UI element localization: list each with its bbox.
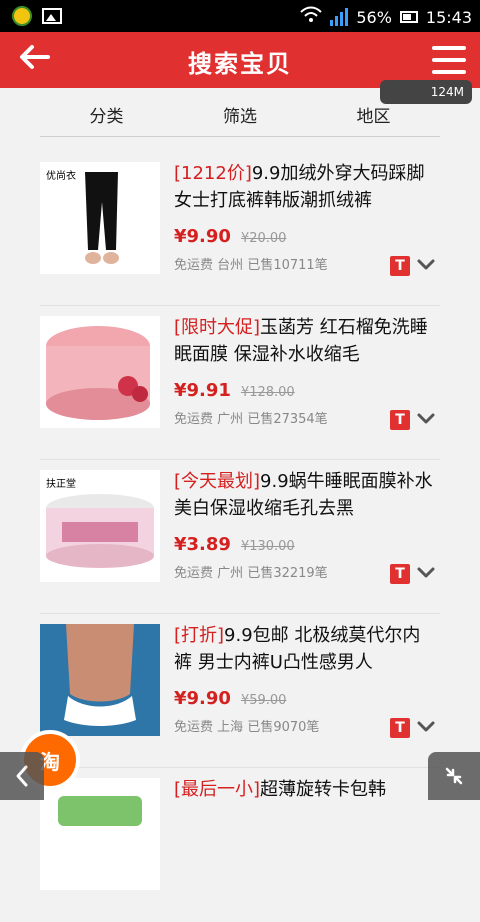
clock-time: 15:43 [425, 7, 472, 27]
sold-count: 已售32219笔 [247, 566, 328, 581]
original-price: ¥130.00 [240, 539, 295, 554]
face-mask-jar-illustration [40, 316, 160, 428]
shipping-text: 免运费 [174, 412, 214, 427]
tmall-badge-icon: T [390, 718, 410, 738]
promo-prefix: [打折] [174, 625, 225, 646]
promo-prefix: [限时大促] [174, 317, 261, 338]
tmall-badge-icon: T [390, 564, 410, 584]
original-price: ¥59.00 [240, 693, 287, 708]
battery-icon [399, 11, 418, 23]
underwear-model-illustration [40, 624, 160, 736]
chevron-down-icon[interactable] [414, 714, 438, 738]
tab-region[interactable]: 地区 [307, 102, 440, 127]
promo-prefix: [最后一小] [174, 779, 261, 800]
product-image[interactable] [40, 316, 160, 428]
product-title[interactable]: [1212价]9.9加绒外穿大码踩脚女士打底裤韩版潮抓绒裤 [174, 160, 436, 214]
product-title-text: 超薄旋转卡包韩 [260, 779, 387, 800]
chevron-down-icon[interactable] [414, 406, 438, 430]
price-row: ¥9.90 ¥20.00 [174, 226, 286, 247]
shipping-text: 免运费 [174, 258, 214, 273]
page-title: 搜索宝贝 [188, 50, 292, 78]
price: ¥9.90 [174, 688, 231, 709]
product-title[interactable]: [打折]9.9包邮 北极绒莫代尔内裤 男士内裤U凸性感男人 [174, 622, 436, 676]
wifi-icon [300, 6, 323, 28]
tmall-badge-icon: T [390, 256, 410, 276]
list-item[interactable]: [打折]9.9包邮 北极绒莫代尔内裤 男士内裤U凸性感男人 ¥9.90 ¥59.… [40, 614, 440, 768]
original-price: ¥20.00 [240, 231, 287, 246]
status-bar: 56% 15:43 [0, 0, 480, 32]
price: ¥9.91 [174, 380, 231, 401]
app-notification-icon [12, 6, 32, 26]
price: ¥9.90 [174, 226, 231, 247]
image-notification-icon [42, 8, 62, 24]
product-image[interactable] [40, 624, 160, 736]
product-image[interactable] [40, 778, 160, 890]
list-item[interactable]: [限时大促]玉菡芳 红石榴免洗睡眠面膜 保湿补水收缩毛 ¥9.91 ¥128.0… [40, 306, 440, 460]
price-row: ¥9.90 ¥59.00 [174, 688, 286, 709]
status-left-icons [12, 6, 62, 26]
sold-count: 已售10711笔 [247, 258, 328, 273]
price: ¥3.89 [174, 534, 231, 555]
product-title[interactable]: [限时大促]玉菡芳 红石榴免洗睡眠面膜 保湿补水收缩毛 [174, 314, 436, 368]
tab-category[interactable]: 分类 [40, 102, 173, 127]
card-holder-illustration [40, 778, 160, 890]
sold-count: 已售27354笔 [247, 412, 328, 427]
minimize-icon[interactable] [428, 752, 480, 800]
signal-bars-icon [330, 8, 349, 26]
brand-tag: 扶正堂 [44, 474, 78, 491]
menu-icon[interactable] [432, 46, 466, 74]
collapse-left-icon[interactable] [0, 752, 44, 800]
shipping-text: 免运费 [174, 720, 214, 735]
battery-percent: 56% [356, 7, 392, 27]
tab-filter[interactable]: 筛选 [174, 102, 307, 127]
product-list: 优尚衣 [1212价]9.9加绒外穿大码踩脚女士打底裤韩版潮抓绒裤 ¥9.90 … [40, 152, 440, 922]
sold-count: 已售9070笔 [247, 720, 320, 735]
product-title[interactable]: [今天最划]9.9蜗牛睡眠面膜补水美白保湿收缩毛孔去黑 [174, 468, 436, 522]
chevron-down-icon[interactable] [414, 560, 438, 584]
list-item[interactable]: 优尚衣 [1212价]9.9加绒外穿大码踩脚女士打底裤韩版潮抓绒裤 ¥9.90 … [40, 152, 440, 306]
filter-tabs: 分类 筛选 地区 [40, 92, 440, 137]
promo-prefix: [今天最划] [174, 471, 261, 492]
price-row: ¥9.91 ¥128.00 [174, 380, 295, 401]
status-right: 56% 15:43 [300, 6, 472, 28]
tmall-badge-icon: T [390, 410, 410, 430]
location-text: 上海 [217, 720, 244, 735]
location-text: 台州 [217, 258, 244, 273]
location-text: 广州 [217, 566, 244, 581]
product-image[interactable]: 扶正堂 [40, 470, 160, 582]
product-meta: 免运费 广州 已售27354笔 [174, 408, 328, 427]
chevron-down-icon[interactable] [414, 252, 438, 276]
promo-prefix: [1212价] [174, 163, 252, 184]
product-title[interactable]: [最后一小]超薄旋转卡包韩 [174, 776, 436, 803]
brand-tag: 优尚衣 [44, 166, 78, 183]
product-meta: 免运费 广州 已售32219笔 [174, 562, 328, 581]
price-row: ¥3.89 ¥130.00 [174, 534, 295, 555]
product-meta: 免运费 台州 已售10711笔 [174, 254, 328, 273]
shipping-text: 免运费 [174, 566, 214, 581]
list-item[interactable]: 扶正堂 [今天最划]9.9蜗牛睡眠面膜补水美白保湿收缩毛孔去黑 ¥3.89 ¥1… [40, 460, 440, 614]
product-image[interactable]: 优尚衣 [40, 162, 160, 274]
product-meta: 免运费 上海 已售9070笔 [174, 716, 319, 735]
list-item[interactable]: [最后一小]超薄旋转卡包韩 [40, 768, 440, 922]
original-price: ¥128.00 [240, 385, 295, 400]
location-text: 广州 [217, 412, 244, 427]
